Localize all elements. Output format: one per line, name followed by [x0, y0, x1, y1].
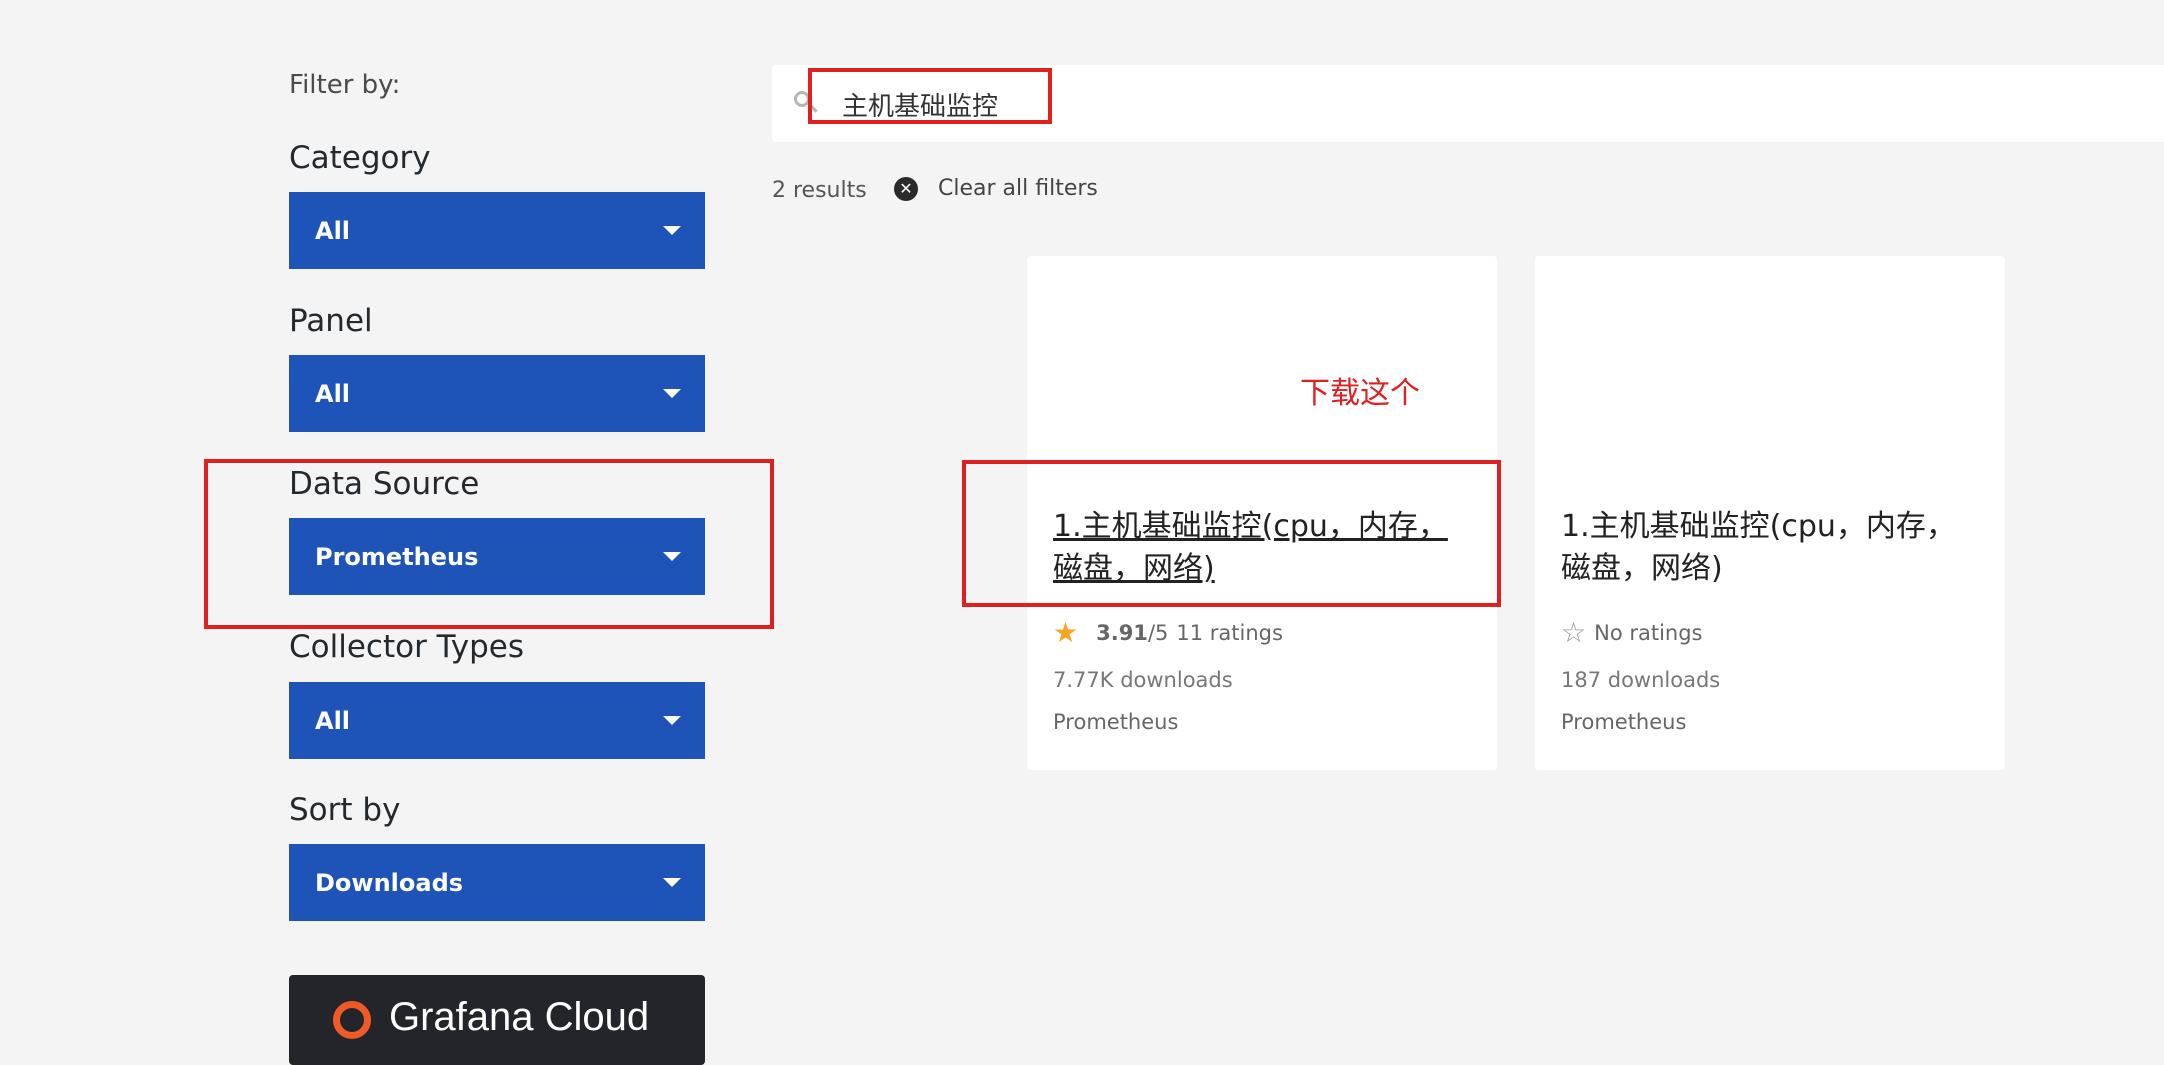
chevron-down-icon — [663, 715, 681, 725]
annotation-box-search — [808, 68, 1052, 124]
star-filled-icon: ★ — [1053, 616, 1079, 649]
annotation-text: 下载这个 — [1300, 376, 1420, 411]
downloads-count: 187 downloads — [1561, 668, 1721, 692]
clear-filters-button[interactable]: ✕ Clear all filters — [894, 176, 1098, 201]
rating-count: 11 ratings — [1176, 621, 1283, 645]
panel-label: Panel — [289, 303, 373, 339]
category-select[interactable]: All — [289, 192, 705, 269]
sort-by-select[interactable]: Downloads — [289, 844, 705, 921]
rating-value: 3.91 — [1096, 621, 1148, 645]
close-circle-icon: ✕ — [894, 176, 918, 201]
datasource-label: Prometheus — [1561, 710, 1687, 734]
clear-filters-label: Clear all filters — [938, 176, 1098, 201]
chevron-down-icon — [663, 877, 681, 887]
sort-by-select-value: Downloads — [315, 868, 464, 897]
panel-select-value: All — [315, 379, 351, 408]
panel-select[interactable]: All — [289, 355, 705, 432]
filter-by-label: Filter by: — [289, 70, 401, 100]
sort-by-label: Sort by — [289, 792, 401, 828]
chevron-down-icon — [663, 388, 681, 398]
collector-types-select-value: All — [315, 706, 351, 735]
annotation-box-data-source — [204, 459, 774, 629]
datasource-label: Prometheus — [1053, 710, 1179, 734]
collector-types-select[interactable]: All — [289, 682, 705, 759]
rating-max: /5 — [1147, 621, 1169, 645]
dashboard-title-link[interactable]: 1.主机基础监控(cpu，内存，磁盘，网络) — [1561, 506, 1981, 590]
chevron-down-icon — [663, 225, 681, 235]
annotation-box-card — [962, 460, 1501, 607]
rating: ★ 3.91 /5 11 ratings — [1053, 619, 1283, 647]
grafana-logo-icon — [333, 1001, 371, 1039]
collector-types-label: Collector Types — [289, 629, 525, 665]
dashboard-card[interactable]: 1.主机基础监控(cpu，内存，磁盘，网络) ☆ No ratings 187 … — [1535, 256, 2005, 770]
grafana-cloud-promo[interactable]: Grafana Cloud — [289, 975, 705, 1065]
downloads-count: 7.77K downloads — [1053, 668, 1233, 692]
star-empty-icon: ☆ — [1561, 616, 1587, 649]
promo-text: Grafana Cloud — [389, 995, 650, 1039]
category-select-value: All — [315, 216, 351, 245]
rating-text: No ratings — [1594, 621, 1703, 645]
results-count: 2 results — [772, 178, 867, 203]
rating: ☆ No ratings — [1561, 619, 1703, 647]
category-label: Category — [289, 140, 431, 176]
